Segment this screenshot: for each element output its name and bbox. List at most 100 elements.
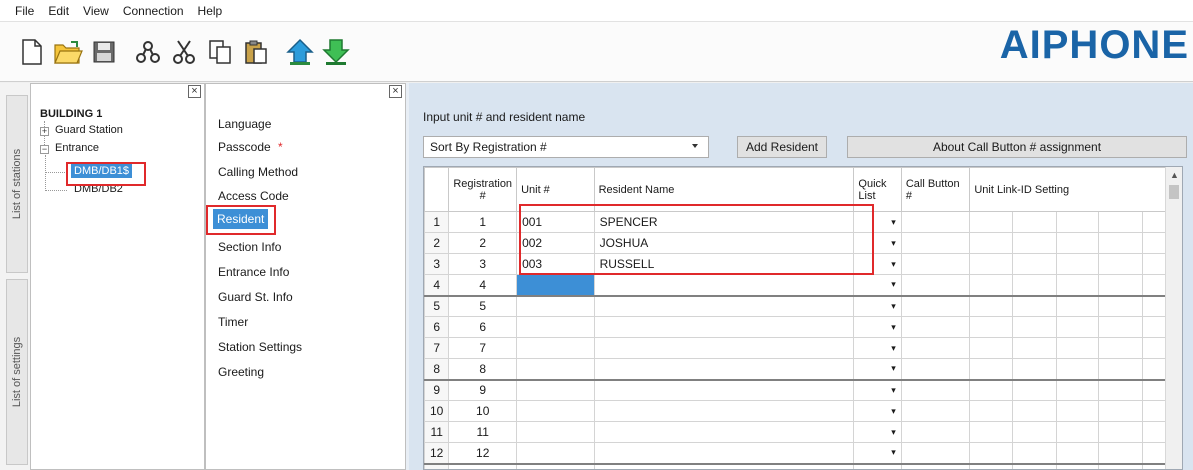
- registration-cell[interactable]: 1: [448, 211, 518, 233]
- collapse-icon[interactable]: −: [40, 145, 49, 154]
- table-row[interactable]: 1 1 001 SPENCER ▾: [424, 211, 1182, 233]
- link-id-cell[interactable]: [1055, 295, 1100, 317]
- link-id-cell[interactable]: [1098, 442, 1144, 465]
- link-id-cell[interactable]: [1055, 379, 1100, 401]
- call-button-cell[interactable]: [900, 358, 971, 381]
- resident-name-cell[interactable]: [593, 358, 855, 381]
- resident-name-cell[interactable]: [593, 379, 855, 401]
- link-id-cell[interactable]: [1098, 337, 1144, 359]
- setting-resident[interactable]: Resident: [213, 209, 269, 229]
- link-id-cell[interactable]: [969, 253, 1013, 275]
- quick-list-dropdown[interactable]: ▾: [853, 400, 902, 422]
- table-row[interactable]: 10 10 ▾: [424, 400, 1182, 422]
- unit-cell[interactable]: [516, 295, 595, 317]
- scroll-up-icon[interactable]: ▲: [1170, 170, 1179, 180]
- tab-list-of-stations[interactable]: List of stations: [6, 95, 28, 273]
- link-id-cell[interactable]: [969, 442, 1013, 465]
- vertical-scrollbar[interactable]: ▲: [1165, 167, 1182, 469]
- link-id-cell[interactable]: [1011, 337, 1057, 359]
- menu-file[interactable]: File: [8, 4, 41, 18]
- setting-access-code[interactable]: Access Code: [218, 189, 289, 203]
- registration-cell[interactable]: 4: [448, 274, 518, 297]
- quick-list-dropdown[interactable]: ▾: [853, 379, 902, 401]
- quick-list-dropdown[interactable]: ▾: [853, 253, 902, 275]
- quick-list-dropdown[interactable]: ▾: [853, 463, 902, 469]
- save-icon[interactable]: [88, 35, 120, 69]
- menu-view[interactable]: View: [76, 4, 116, 18]
- unit-cell[interactable]: [516, 379, 595, 401]
- table-row[interactable]: 6 6 ▾: [424, 316, 1182, 338]
- link-id-cell[interactable]: [1055, 400, 1100, 422]
- new-file-icon[interactable]: [16, 35, 48, 69]
- link-id-cell[interactable]: [1098, 463, 1144, 469]
- call-button-cell[interactable]: [900, 316, 971, 338]
- download-icon[interactable]: [320, 35, 352, 69]
- registration-cell[interactable]: 7: [448, 337, 518, 359]
- resident-name-cell[interactable]: [593, 337, 855, 359]
- link-id-cell[interactable]: [1098, 232, 1144, 254]
- link-id-cell[interactable]: [1011, 400, 1057, 422]
- setting-language[interactable]: Language: [218, 117, 271, 131]
- link-id-cell[interactable]: [1011, 463, 1057, 469]
- link-id-cell[interactable]: [1055, 421, 1100, 443]
- registration-cell[interactable]: 6: [448, 316, 518, 338]
- link-id-cell[interactable]: [1098, 274, 1144, 297]
- link-id-cell[interactable]: [969, 274, 1013, 297]
- call-button-cell[interactable]: [900, 253, 971, 275]
- unit-cell[interactable]: [516, 337, 595, 359]
- resident-name-cell[interactable]: [593, 463, 855, 469]
- table-row[interactable]: 7 7 ▾: [424, 337, 1182, 359]
- registration-cell[interactable]: 13: [448, 463, 518, 469]
- link-id-cell[interactable]: [1011, 232, 1057, 254]
- call-button-cell[interactable]: [900, 442, 971, 465]
- call-button-cell[interactable]: [900, 211, 971, 233]
- unit-cell[interactable]: [516, 316, 595, 338]
- scroll-thumb[interactable]: [1169, 185, 1179, 199]
- link-id-cell[interactable]: [1055, 337, 1100, 359]
- setting-guard-st-info[interactable]: Guard St. Info: [218, 290, 293, 304]
- sort-dropdown[interactable]: Sort By Registration #: [423, 136, 709, 158]
- call-button-cell[interactable]: [900, 400, 971, 422]
- tree-station-db2[interactable]: DMB/DB2: [74, 183, 123, 195]
- link-id-cell[interactable]: [1098, 295, 1144, 317]
- link-id-cell[interactable]: [1098, 379, 1144, 401]
- link-id-cell[interactable]: [1055, 442, 1100, 465]
- tree-station-db1[interactable]: DMB/DB1$: [71, 164, 133, 178]
- unit-cell[interactable]: 001: [516, 211, 595, 233]
- quick-list-dropdown[interactable]: ▾: [853, 232, 902, 254]
- menu-help[interactable]: Help: [191, 4, 230, 18]
- link-id-cell[interactable]: [1011, 295, 1057, 317]
- paste-icon[interactable]: [240, 35, 272, 69]
- link-id-cell[interactable]: [969, 379, 1013, 401]
- table-row[interactable]: 9 9 ▾: [424, 379, 1182, 401]
- registration-cell[interactable]: 9: [448, 379, 518, 401]
- expand-icon[interactable]: +: [40, 127, 49, 136]
- open-folder-icon[interactable]: [52, 35, 84, 69]
- link-id-cell[interactable]: [1011, 316, 1057, 338]
- link-id-cell[interactable]: [969, 463, 1013, 469]
- link-id-cell[interactable]: [1011, 274, 1057, 297]
- table-row[interactable]: 1313 ▾: [424, 463, 1182, 469]
- setting-entrance-info[interactable]: Entrance Info: [218, 265, 289, 279]
- link-id-cell[interactable]: [1011, 421, 1057, 443]
- unit-cell[interactable]: [516, 400, 595, 422]
- link-id-cell[interactable]: [1011, 253, 1057, 275]
- resident-name-cell[interactable]: JOSHUA: [593, 232, 855, 254]
- call-button-cell[interactable]: [900, 421, 971, 443]
- setting-passcode[interactable]: Passcode *: [218, 140, 283, 154]
- link-id-cell[interactable]: [969, 232, 1013, 254]
- link-id-cell[interactable]: [969, 358, 1013, 381]
- call-button-cell[interactable]: [900, 463, 971, 469]
- registration-cell[interactable]: 3: [448, 253, 518, 275]
- tree-root[interactable]: BUILDING 1: [40, 108, 102, 120]
- resident-name-cell[interactable]: SPENCER: [593, 211, 855, 233]
- tree-guard-station[interactable]: Guard Station: [55, 124, 123, 136]
- resident-name-cell[interactable]: [593, 295, 855, 317]
- quick-list-dropdown[interactable]: ▾: [853, 316, 902, 338]
- link-id-cell[interactable]: [1055, 232, 1100, 254]
- setting-station-settings[interactable]: Station Settings: [218, 340, 302, 354]
- connect-icon[interactable]: [132, 35, 164, 69]
- link-id-cell[interactable]: [969, 337, 1013, 359]
- link-id-cell[interactable]: [969, 316, 1013, 338]
- link-id-cell[interactable]: [1055, 274, 1100, 297]
